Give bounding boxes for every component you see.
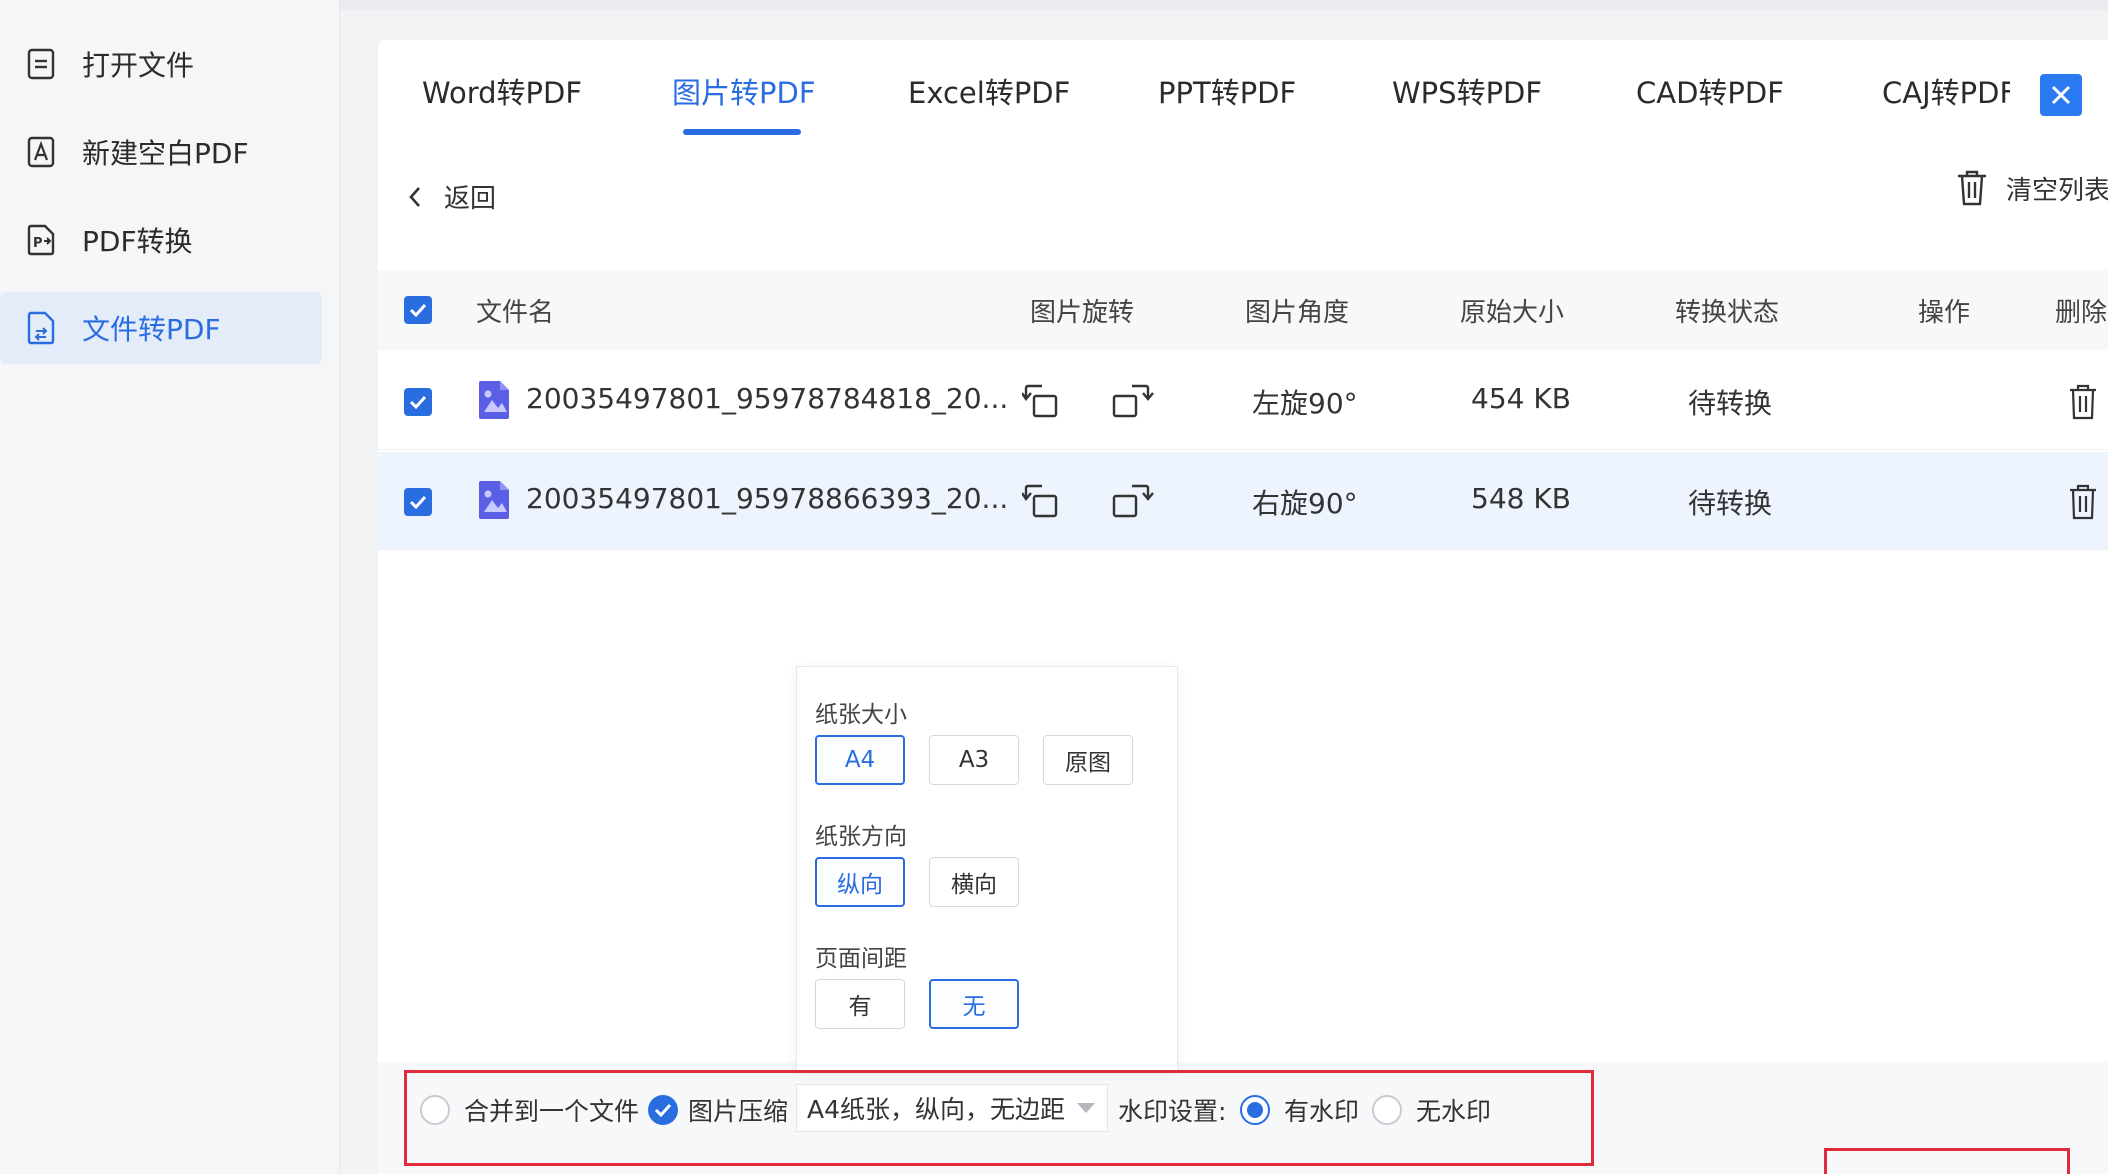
close-icon — [2051, 85, 2071, 105]
table-row: 20035497801_95978784818_20... 左旋90° 454 … — [378, 352, 2108, 450]
file-name: 20035497801_95978866393_20... — [526, 482, 1009, 515]
original-size: 454 KB — [1471, 382, 1571, 415]
highlight-box — [1824, 1148, 2070, 1174]
table-row: 20035497801_95978866393_20... 右旋90° 548 … — [378, 452, 2108, 550]
orientation-landscape-option[interactable]: 横向 — [929, 857, 1019, 907]
tab-ppt-to-pdf[interactable]: PPT转PDF — [1158, 70, 1296, 112]
margin-none-option[interactable]: 无 — [929, 979, 1019, 1029]
rotate-right-icon[interactable] — [1110, 482, 1156, 522]
close-button[interactable] — [2040, 74, 2082, 116]
page-settings-popover: 纸张大小 A4 A3 原图 纸张方向 纵向 横向 页面间距 有 无 — [796, 666, 1178, 1072]
paper-size-a3-option[interactable]: A3 — [929, 735, 1019, 785]
margin-yes-option[interactable]: 有 — [815, 979, 905, 1029]
column-header-angle: 图片角度 — [1245, 298, 1350, 328]
rotate-left-icon[interactable] — [1022, 482, 1068, 522]
pdf-new-icon — [24, 135, 58, 169]
trash-icon — [1958, 170, 1986, 206]
checkmark-icon — [409, 303, 427, 318]
paper-size-label: 纸张大小 — [815, 702, 907, 728]
sidebar-item-label: PDF转换 — [82, 225, 193, 258]
clear-list-button[interactable]: 清空列表 — [1954, 168, 2108, 208]
table-header: 文件名 图片旋转 图片角度 原始大小 转换状态 操作 删除 — [378, 270, 2108, 350]
image-angle: 右旋90° — [1252, 487, 1358, 520]
rotate-left-icon[interactable] — [1022, 382, 1068, 422]
row-checkbox[interactable] — [404, 488, 432, 516]
tab-cad-to-pdf[interactable]: CAD转PDF — [1636, 70, 1784, 112]
column-header-filename: 文件名 — [476, 298, 555, 328]
paper-size-a4-option[interactable]: A4 — [815, 735, 905, 785]
file-to-pdf-icon — [24, 311, 58, 345]
row-checkbox[interactable] — [404, 388, 432, 416]
column-header-status: 转换状态 — [1675, 298, 1780, 328]
sidebar-item-label: 新建空白PDF — [82, 137, 249, 170]
column-header-delete: 删除 — [2055, 298, 2108, 328]
sidebar-item-pdf-convert[interactable]: P PDF转换 — [0, 204, 322, 276]
page-margin-label: 页面间距 — [815, 946, 907, 972]
main-panel: Word转PDF 图片转PDF Excel转PDF PPT转PDF WPS转PD… — [378, 40, 2108, 1174]
paper-size-original-option[interactable]: 原图 — [1043, 735, 1133, 785]
orientation-portrait-option[interactable]: 纵向 — [815, 857, 905, 907]
sidebar: 打开文件 新建空白PDF P PDF转换 文件转PDF — [0, 0, 340, 1174]
tab-wps-to-pdf[interactable]: WPS转PDF — [1392, 70, 1542, 112]
column-header-actions: 操作 — [1918, 298, 1971, 328]
svg-text:P: P — [33, 236, 43, 251]
conversion-status: 待转换 — [1688, 387, 1773, 420]
file-name: 20035497801_95978784818_20... — [526, 382, 1009, 415]
document-icon — [24, 47, 58, 81]
active-tab-indicator — [683, 129, 801, 135]
sidebar-item-label: 文件转PDF — [82, 313, 221, 346]
clear-list-label: 清空列表 — [2006, 175, 2108, 206]
tab-caj-to-pdf[interactable]: CAJ转PDF — [1882, 70, 2010, 112]
checkmark-icon — [409, 495, 427, 510]
tab-excel-to-pdf[interactable]: Excel转PDF — [908, 70, 1070, 112]
pdf-convert-icon: P — [24, 223, 58, 257]
sidebar-item-file-to-pdf[interactable]: 文件转PDF — [0, 292, 322, 364]
delete-row-icon[interactable] — [2068, 384, 2098, 420]
back-button[interactable]: 返回 — [404, 178, 496, 215]
column-header-rotate: 图片旋转 — [1030, 298, 1135, 328]
sidebar-item-label: 打开文件 — [82, 49, 195, 82]
column-header-size: 原始大小 — [1460, 298, 1565, 328]
back-label: 返回 — [444, 184, 497, 214]
tab-bar: Word转PDF 图片转PDF Excel转PDF PPT转PDF WPS转PD… — [378, 40, 2108, 148]
orientation-label: 纸张方向 — [815, 824, 907, 850]
image-file-icon — [479, 481, 509, 519]
original-size: 548 KB — [1471, 482, 1571, 515]
rotate-right-icon[interactable] — [1110, 382, 1156, 422]
list-toolbar: 返回 清空列表 — [378, 168, 2108, 228]
top-strip — [340, 0, 2108, 10]
conversion-status: 待转换 — [1688, 487, 1773, 520]
delete-row-icon[interactable] — [2068, 484, 2098, 520]
chevron-left-icon — [409, 186, 420, 207]
tab-image-to-pdf[interactable]: 图片转PDF — [672, 70, 816, 112]
image-file-icon — [479, 381, 509, 419]
image-angle: 左旋90° — [1252, 387, 1358, 420]
select-all-checkbox[interactable] — [404, 296, 432, 324]
sidebar-item-open-file[interactable]: 打开文件 — [0, 28, 322, 100]
checkmark-icon — [409, 395, 427, 410]
tab-word-to-pdf[interactable]: Word转PDF — [422, 70, 582, 112]
highlight-box — [404, 1070, 1594, 1166]
sidebar-item-new-blank-pdf[interactable]: 新建空白PDF — [0, 116, 322, 188]
